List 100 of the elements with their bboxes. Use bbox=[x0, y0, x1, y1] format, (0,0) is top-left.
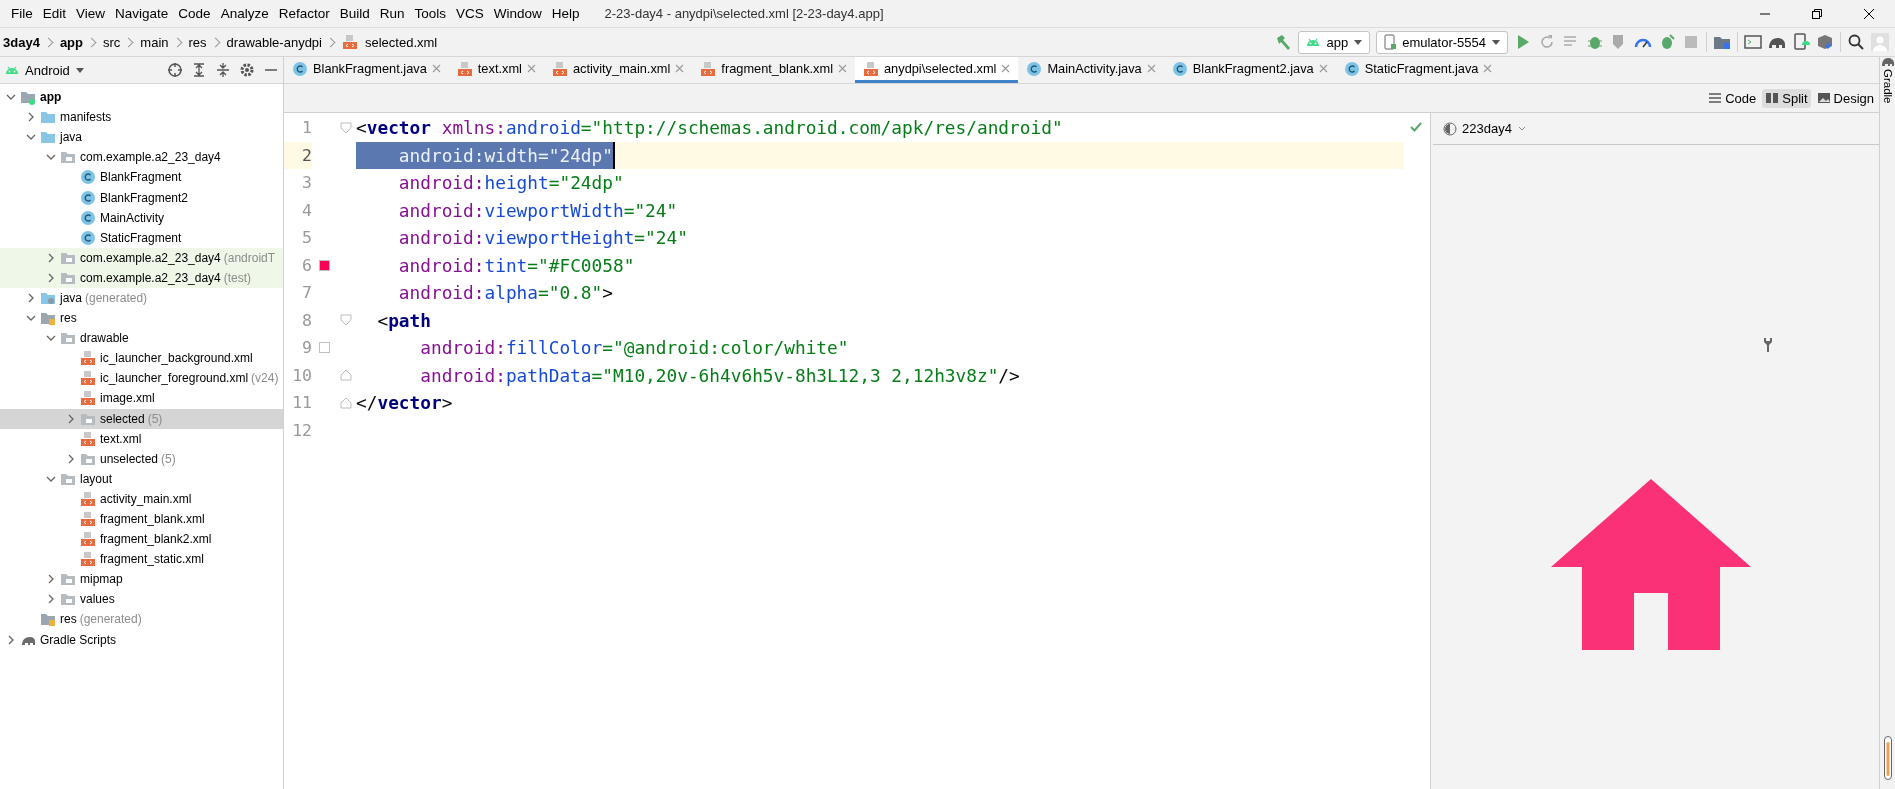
tree-item[interactable]: drawable bbox=[0, 328, 283, 349]
phone-icon[interactable] bbox=[1792, 33, 1810, 51]
xml-file-icon bbox=[342, 34, 358, 50]
close-icon[interactable] bbox=[1318, 64, 1328, 73]
editor-tab[interactable]: BlankFragment2.java bbox=[1163, 57, 1336, 83]
breadcrumb[interactable]: main bbox=[137, 34, 172, 50]
menu-item[interactable]: Tools bbox=[409, 6, 451, 21]
tree-item[interactable]: com.example.a2_23_day4 (test) bbox=[0, 267, 283, 288]
hammer-icon[interactable] bbox=[1274, 33, 1293, 51]
menu-item[interactable]: Navigate bbox=[110, 6, 174, 21]
tree-item[interactable]: Gradle Scripts bbox=[0, 629, 283, 650]
view-mode-button[interactable]: Design bbox=[1813, 88, 1877, 108]
view-mode-button[interactable]: Split bbox=[1762, 88, 1811, 108]
editor-tab[interactable]: StaticFragment.java bbox=[1335, 57, 1501, 83]
line-number: 9 bbox=[301, 337, 312, 360]
breadcrumb[interactable]: res bbox=[185, 34, 210, 50]
folder-icon bbox=[60, 591, 76, 608]
xml-file-icon bbox=[80, 531, 96, 548]
tree-item[interactable]: MainActivity bbox=[0, 207, 283, 228]
tree-item[interactable]: BlankFragment bbox=[0, 167, 283, 188]
target-icon[interactable] bbox=[167, 62, 183, 78]
settings-icon[interactable] bbox=[239, 62, 255, 78]
menu-item[interactable]: Build bbox=[334, 6, 375, 21]
menu-item[interactable]: Window bbox=[488, 6, 547, 21]
menu-item[interactable]: View bbox=[71, 6, 111, 21]
device-dropdown[interactable]: emulator-5554 bbox=[1376, 30, 1508, 54]
tree-item[interactable]: com.example.a2_23_day4 bbox=[0, 147, 283, 168]
tree-item[interactable]: StaticFragment bbox=[0, 227, 283, 248]
editor-tab[interactable]: MainActivity.java bbox=[1018, 57, 1164, 83]
fold-marker-icon[interactable] bbox=[340, 369, 352, 382]
menu-item[interactable]: Edit bbox=[37, 6, 72, 21]
breadcrumb[interactable]: 3day4 bbox=[0, 34, 43, 50]
breadcrumb[interactable]: src bbox=[100, 34, 124, 50]
tree-item[interactable]: text.xml bbox=[0, 428, 283, 449]
tree-item[interactable]: com.example.a2_23_day4 (androidT bbox=[0, 247, 283, 268]
restore-icon bbox=[1811, 7, 1823, 20]
tree-item[interactable]: java bbox=[0, 127, 283, 148]
color-swatch[interactable] bbox=[318, 342, 330, 354]
menu-item[interactable]: Run bbox=[374, 6, 410, 21]
menu-item[interactable]: File bbox=[6, 6, 38, 21]
menu-item[interactable]: Analyze bbox=[215, 6, 274, 21]
tree-item[interactable]: BlankFragment2 bbox=[0, 187, 283, 208]
tree-item[interactable]: manifests bbox=[0, 107, 283, 128]
close-icon[interactable] bbox=[838, 64, 847, 73]
editor-tab[interactable]: BlankFragment.java bbox=[284, 57, 449, 83]
fold-marker-icon[interactable] bbox=[340, 396, 352, 409]
rerun-icon[interactable] bbox=[1538, 33, 1556, 51]
tree-item[interactable]: ic_launcher_foreground.xml (v24) bbox=[0, 368, 283, 389]
editor-tab[interactable]: text.xml bbox=[448, 57, 544, 83]
close-icon[interactable] bbox=[431, 64, 441, 73]
menu-item[interactable]: Code bbox=[173, 6, 216, 21]
tree-item[interactable]: activity_main.xml bbox=[0, 488, 283, 509]
close-icon[interactable] bbox=[675, 64, 685, 73]
breadcrumb[interactable]: selected.xml bbox=[339, 34, 441, 50]
editor-tab[interactable]: anydpi\selected.xml bbox=[855, 57, 1019, 83]
color-swatch[interactable] bbox=[318, 259, 330, 271]
view-mode-button[interactable]: Code bbox=[1705, 88, 1760, 108]
fold-marker-icon[interactable] bbox=[340, 314, 352, 327]
project-view-dropdown[interactable]: Android bbox=[4, 62, 85, 78]
tree-item[interactable]: layout bbox=[0, 468, 283, 489]
close-icon[interactable] bbox=[1483, 64, 1493, 73]
breadcrumb[interactable]: app bbox=[56, 34, 86, 50]
menu-item[interactable]: Refactor bbox=[273, 6, 335, 21]
close-icon bbox=[1863, 7, 1875, 20]
close-icon[interactable] bbox=[526, 64, 536, 73]
scrollbar[interactable] bbox=[1883, 736, 1892, 780]
breadcrumb[interactable]: drawable-anydpi bbox=[223, 34, 325, 50]
tree-item[interactable]: fragment_static.xml bbox=[0, 549, 283, 570]
tree-item[interactable]: selected (5) bbox=[0, 408, 283, 429]
fold-marker-icon[interactable] bbox=[340, 121, 352, 134]
line-number: 3 bbox=[301, 172, 312, 195]
tree-item[interactable]: res bbox=[0, 308, 283, 329]
wrench-icon[interactable] bbox=[1763, 337, 1773, 353]
folder-icon bbox=[60, 571, 76, 588]
close-icon[interactable] bbox=[1001, 64, 1011, 73]
window-icon[interactable] bbox=[1744, 33, 1762, 51]
gradle-tool-tab[interactable]: Gradle bbox=[1881, 69, 1894, 104]
tree-item[interactable]: ic_launcher_background.xml bbox=[0, 348, 283, 369]
theme-dropdown[interactable]: 223day4 bbox=[1443, 121, 1527, 136]
close-icon[interactable] bbox=[1146, 64, 1156, 73]
run-config-dropdown[interactable]: app bbox=[1298, 30, 1371, 54]
editor-tab[interactable]: activity_main.xml bbox=[543, 57, 693, 83]
search-icon[interactable] bbox=[1847, 33, 1865, 51]
expand-all-icon[interactable] bbox=[191, 62, 207, 78]
lines-icon bbox=[1708, 91, 1723, 105]
tree-item[interactable]: java (generated) bbox=[0, 287, 283, 309]
tree-item[interactable]: app bbox=[0, 87, 283, 108]
editor-tab[interactable]: fragment_blank.xml bbox=[692, 57, 855, 83]
box-icon[interactable] bbox=[1816, 33, 1834, 51]
menu-item[interactable]: Help bbox=[546, 6, 585, 21]
tree-item[interactable]: mipmap bbox=[0, 569, 283, 590]
tree-item[interactable]: res (generated) bbox=[0, 609, 283, 630]
tree-item[interactable]: image.xml bbox=[0, 388, 283, 409]
tree-item[interactable]: unselected (5) bbox=[0, 448, 283, 469]
xml-file-icon bbox=[863, 60, 879, 77]
tree-item[interactable]: values bbox=[0, 589, 283, 610]
menu-item[interactable]: VCS bbox=[451, 6, 489, 21]
collapse-all-icon[interactable] bbox=[215, 62, 231, 78]
tree-item[interactable]: fragment_blank2.xml bbox=[0, 529, 283, 550]
tree-item[interactable]: fragment_blank.xml bbox=[0, 508, 283, 530]
